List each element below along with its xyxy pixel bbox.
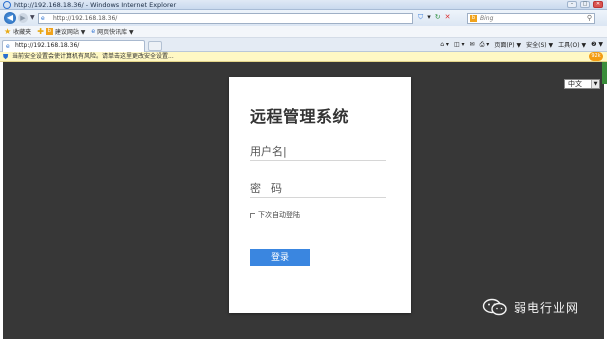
dropdown-icon[interactable]: ▾	[427, 13, 431, 22]
wechat-icon	[482, 298, 507, 316]
username-input[interactable]	[250, 143, 386, 160]
tools-menu[interactable]: 工具(O) ▼	[558, 40, 586, 49]
language-selected: 中文	[568, 80, 582, 88]
home-button[interactable]: ⌂ ▾	[440, 41, 449, 48]
tab-bar: e http://192.168.18.36/ ⌂ ▾ ◫ ▾ ✉ ⎙ ▾ 页面…	[0, 38, 607, 52]
suggested-sites-label: 建议网站 ▼	[54, 29, 86, 36]
tab-label: http://192.168.18.36/	[15, 42, 80, 49]
maximize-button[interactable]: □	[580, 1, 590, 8]
window-title: http://192.168.18.36/ - Windows Internet…	[14, 1, 177, 9]
suggested-sites-button[interactable]: ✚ b 建议网站 ▼	[37, 27, 85, 36]
web-slice-icon: e	[91, 28, 96, 35]
star-icon: ★	[4, 27, 12, 36]
language-select[interactable]: 中文 ▼	[564, 79, 600, 89]
page-icon: e	[41, 15, 45, 22]
remember-checkbox[interactable]	[250, 212, 255, 218]
feeds-button[interactable]: ◫ ▾	[454, 41, 465, 48]
watermark-text: 弱电行业网	[514, 300, 580, 315]
login-title: 远程管理系统	[250, 107, 350, 126]
address-tools: ⛉ ▾ ↻ ✕	[418, 13, 451, 22]
address-toolbar: ◀ ▶ ▼ e http://192.168.18.36/ ⛉ ▾ ↻ ✕ b …	[0, 10, 607, 26]
search-box[interactable]: b ⚲	[467, 13, 595, 24]
close-button[interactable]: ✕	[593, 1, 603, 8]
address-field[interactable]: e http://192.168.18.36/	[38, 13, 413, 24]
username-field[interactable]	[250, 143, 386, 161]
speed-badge: 92k	[589, 52, 603, 61]
password-field[interactable]	[250, 180, 386, 198]
watermark: 弱电行业网	[482, 298, 579, 316]
info-bar-message[interactable]: 当前安全设置会使计算机有风险。请单击这里更改安全设置...	[12, 53, 174, 60]
favorites-bar: ★ 收藏夹 ✚ b 建议网站 ▼ e 网页快讯库 ▼	[0, 26, 607, 38]
compatibility-icon[interactable]: ⛉	[418, 13, 423, 22]
chevron-down-icon[interactable]: ▼	[591, 80, 599, 88]
favorites-button[interactable]: ★ 收藏夹	[4, 27, 31, 36]
window-title-bar: http://192.168.18.36/ - Windows Internet…	[0, 0, 607, 10]
safety-menu[interactable]: 安全(S) ▼	[526, 40, 553, 49]
remember-me[interactable]: 下次自动登陆	[250, 210, 300, 220]
history-dropdown-icon[interactable]: ▼	[30, 14, 35, 21]
login-button[interactable]: 登录	[250, 249, 310, 266]
new-tab-button[interactable]	[148, 41, 162, 51]
tab-page-icon: e	[6, 43, 10, 50]
command-bar: ⌂ ▾ ◫ ▾ ✉ ⎙ ▾ 页面(P) ▼ 安全(S) ▼ 工具(O) ▼ ❷ …	[440, 40, 603, 50]
minimize-button[interactable]: –	[567, 1, 577, 8]
help-menu[interactable]: ❷ ▼	[591, 41, 603, 48]
scrollbar-thumb[interactable]	[602, 62, 607, 84]
address-url[interactable]: http://192.168.18.36/	[53, 15, 117, 22]
web-slice-label: 网页快讯库 ▼	[97, 29, 134, 36]
suggested-sites-icon: b	[45, 28, 53, 35]
ie-logo-icon	[3, 1, 11, 9]
add-favorite-icon: ✚	[37, 27, 44, 36]
search-input[interactable]	[480, 14, 580, 23]
refresh-icon[interactable]: ↻	[435, 13, 441, 22]
tab-current[interactable]: e http://192.168.18.36/	[2, 40, 145, 52]
bing-icon: b	[470, 15, 477, 22]
security-info-bar[interactable]: ⛊ 当前安全设置会使计算机有风险。请单击这里更改安全设置... 92k	[0, 52, 607, 62]
favorites-label: 收藏夹	[13, 29, 32, 36]
back-button[interactable]: ◀	[4, 12, 16, 24]
mail-button[interactable]: ✉	[470, 41, 475, 48]
password-input[interactable]	[250, 180, 386, 197]
login-card: 远程管理系统 下次自动登陆 登录	[229, 77, 411, 313]
window-controls: – □ ✕	[567, 1, 603, 8]
stop-icon[interactable]: ✕	[445, 13, 451, 22]
search-icon[interactable]: ⚲	[587, 14, 592, 22]
page-menu[interactable]: 页面(P) ▼	[494, 40, 521, 49]
web-slice-button[interactable]: e 网页快讯库 ▼	[91, 27, 133, 36]
remember-label: 下次自动登陆	[258, 211, 300, 219]
print-button[interactable]: ⎙ ▾	[480, 41, 490, 49]
forward-button[interactable]: ▶	[18, 13, 28, 23]
shield-icon: ⛊	[3, 53, 9, 61]
